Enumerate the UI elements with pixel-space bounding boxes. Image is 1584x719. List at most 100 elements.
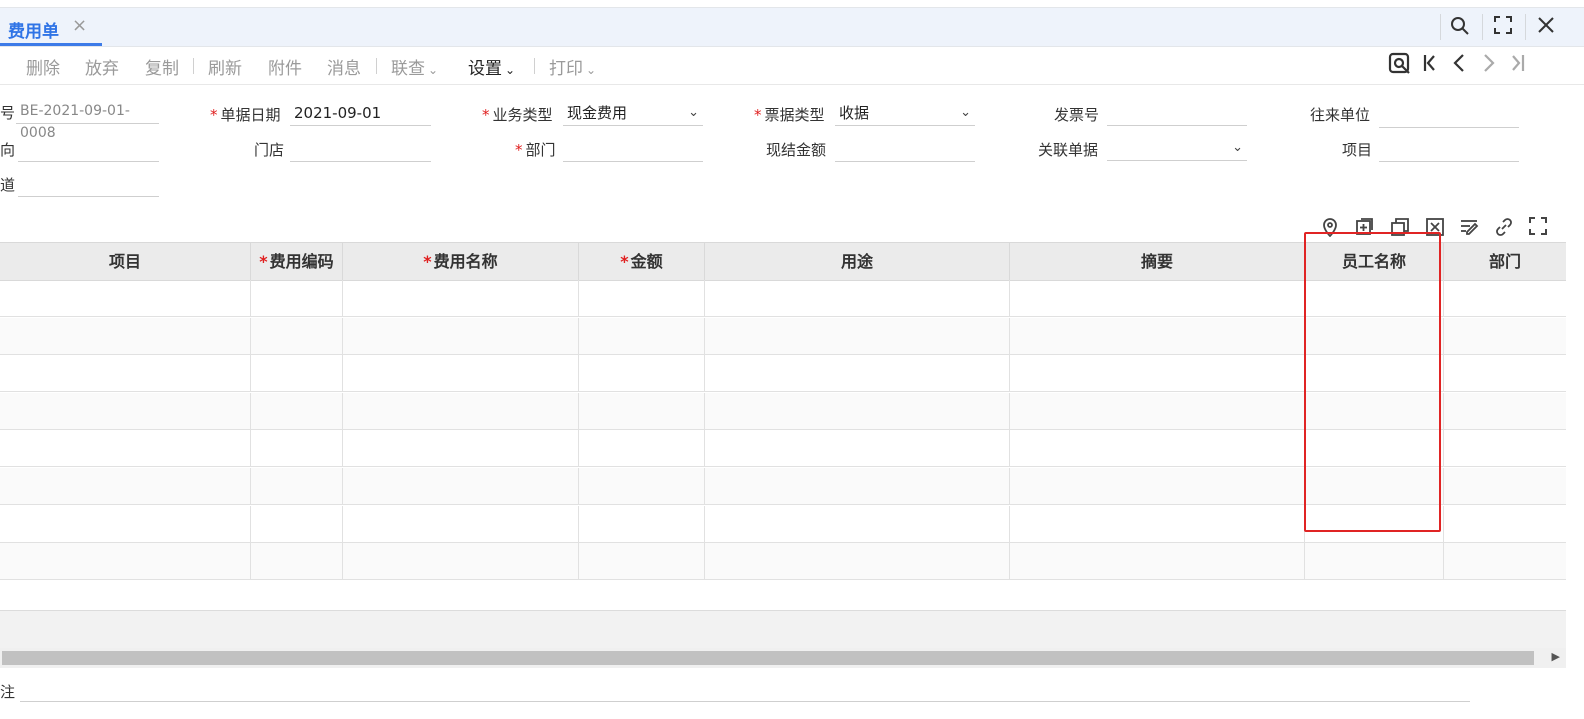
settings-dropdown[interactable]: 设置 ⌄ xyxy=(468,54,515,79)
table-cell[interactable] xyxy=(0,392,251,430)
table-cell[interactable] xyxy=(1444,468,1566,505)
table-cell[interactable] xyxy=(0,317,251,355)
table-cell[interactable] xyxy=(579,355,705,393)
table-cell[interactable] xyxy=(0,280,251,317)
doc-date-field[interactable]: 2021-09-01 xyxy=(290,102,431,126)
table-cell[interactable] xyxy=(579,543,705,581)
table-cell[interactable] xyxy=(1010,468,1305,505)
table-cell[interactable] xyxy=(705,430,1010,468)
table-cell[interactable] xyxy=(705,280,1010,317)
partner-field[interactable] xyxy=(1379,104,1519,128)
project-field[interactable] xyxy=(1379,138,1519,162)
lookup-dropdown[interactable]: 联查 ⌄ xyxy=(391,54,438,79)
table-cell[interactable] xyxy=(0,468,251,505)
channel-field[interactable] xyxy=(18,173,159,197)
dept-field[interactable] xyxy=(563,138,703,162)
table-cell[interactable] xyxy=(579,280,705,317)
table-cell[interactable] xyxy=(251,468,343,505)
table-cell[interactable] xyxy=(1010,355,1305,393)
header-expense-name[interactable]: * 费用名称 xyxy=(343,243,579,280)
table-cell[interactable] xyxy=(343,392,579,430)
next-record-icon[interactable] xyxy=(1481,52,1497,80)
header-purpose[interactable]: 用途 xyxy=(705,243,1010,280)
delete-button[interactable]: 删除 xyxy=(26,54,60,79)
table-cell[interactable] xyxy=(1010,317,1305,355)
batch-edit-icon[interactable] xyxy=(1459,217,1479,242)
scrollbar-thumb[interactable] xyxy=(2,651,1534,665)
table-cell[interactable] xyxy=(1444,393,1566,430)
header-summary[interactable]: 摘要 xyxy=(1010,243,1305,280)
table-cell[interactable] xyxy=(251,280,343,317)
table-cell[interactable] xyxy=(251,392,343,430)
table-cell[interactable] xyxy=(579,468,705,505)
tab-close-icon[interactable]: × xyxy=(72,15,87,36)
direction-field[interactable] xyxy=(18,138,159,162)
link-icon[interactable] xyxy=(1494,217,1514,242)
first-record-icon[interactable] xyxy=(1422,52,1438,80)
table-cell[interactable] xyxy=(0,505,251,543)
table-cell[interactable] xyxy=(705,317,1010,355)
copy-button[interactable]: 复制 xyxy=(145,54,179,79)
table-cell[interactable] xyxy=(251,430,343,468)
last-record-icon[interactable] xyxy=(1510,52,1526,80)
table-cell[interactable] xyxy=(1010,430,1305,468)
table-cell[interactable] xyxy=(1444,318,1566,355)
table-cell[interactable] xyxy=(1010,505,1305,543)
table-cell[interactable] xyxy=(579,505,705,543)
table-cell[interactable] xyxy=(251,505,343,543)
table-cell[interactable] xyxy=(1305,543,1444,581)
previous-record-icon[interactable] xyxy=(1451,52,1467,80)
table-cell[interactable] xyxy=(1444,280,1566,317)
table-cell[interactable] xyxy=(579,317,705,355)
attachment-button[interactable]: 附件 xyxy=(268,54,302,79)
table-cell[interactable] xyxy=(1444,543,1566,580)
table-cell[interactable] xyxy=(1010,280,1305,317)
table-cell[interactable] xyxy=(579,392,705,430)
preview-icon[interactable] xyxy=(1388,52,1412,82)
table-cell[interactable] xyxy=(1444,430,1566,467)
table-cell[interactable] xyxy=(343,317,579,355)
maximize-icon[interactable] xyxy=(1494,16,1512,39)
table-cell[interactable] xyxy=(705,355,1010,393)
table-cell[interactable] xyxy=(343,280,579,317)
remark-field[interactable] xyxy=(20,701,1470,702)
table-cell[interactable] xyxy=(0,430,251,468)
abandon-button[interactable]: 放弃 xyxy=(85,54,119,79)
header-department[interactable]: 部门 xyxy=(1444,243,1566,280)
table-cell[interactable] xyxy=(0,355,251,393)
table-cell[interactable] xyxy=(705,543,1010,581)
scroll-right-icon[interactable]: ▶ xyxy=(1552,650,1560,663)
table-cell[interactable] xyxy=(1444,506,1566,543)
fullscreen-grid-icon[interactable] xyxy=(1529,217,1547,240)
tab-expense-bill[interactable]: 费用单 × xyxy=(0,8,102,46)
invoice-no-field[interactable] xyxy=(1107,102,1247,126)
table-cell[interactable] xyxy=(343,430,579,468)
refresh-button[interactable]: 刷新 xyxy=(208,54,242,79)
table-cell[interactable] xyxy=(343,468,579,505)
table-cell[interactable] xyxy=(251,317,343,355)
table-cell[interactable] xyxy=(1444,355,1566,392)
message-button[interactable]: 消息 xyxy=(327,54,361,79)
biz-type-select[interactable]: 现金费用 ⌄ xyxy=(563,102,703,126)
header-amount[interactable]: * 金额 xyxy=(579,243,705,280)
store-field[interactable] xyxy=(290,138,431,162)
table-cell[interactable] xyxy=(705,392,1010,430)
table-cell[interactable] xyxy=(705,505,1010,543)
search-icon[interactable] xyxy=(1450,16,1470,41)
table-cell[interactable] xyxy=(1010,392,1305,430)
table-cell[interactable] xyxy=(251,355,343,393)
table-cell[interactable] xyxy=(343,543,579,581)
table-cell[interactable] xyxy=(0,543,251,581)
table-cell[interactable] xyxy=(343,505,579,543)
table-cell[interactable] xyxy=(251,543,343,581)
close-window-icon[interactable] xyxy=(1537,16,1555,39)
table-cell[interactable] xyxy=(705,468,1010,505)
related-doc-select[interactable]: ⌄ xyxy=(1107,137,1247,161)
bill-type-select[interactable]: 收据 ⌄ xyxy=(835,102,975,126)
print-dropdown[interactable]: 打印 ⌄ xyxy=(549,54,596,79)
cash-amount-field[interactable] xyxy=(835,138,975,162)
table-cell[interactable] xyxy=(343,355,579,393)
table-cell[interactable] xyxy=(579,430,705,468)
header-expense-code[interactable]: * 费用编码 xyxy=(251,243,343,280)
header-project[interactable]: 项目 xyxy=(0,243,251,280)
